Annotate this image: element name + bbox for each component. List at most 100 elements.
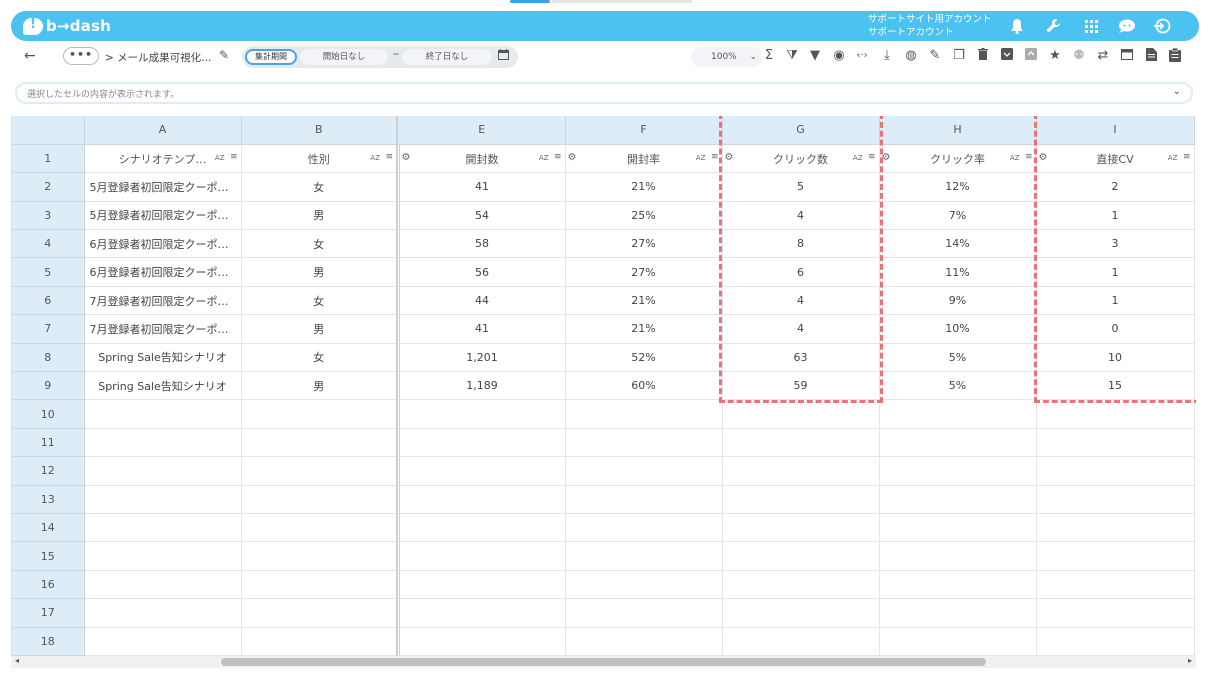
column-header-i[interactable]: I xyxy=(1036,116,1195,145)
column-filter-icon[interactable]: ≡ xyxy=(1025,152,1033,162)
gear-icon[interactable]: ⚙ xyxy=(725,152,734,163)
table-cell-e[interactable]: 54 xyxy=(399,201,566,231)
table-cell-b[interactable] xyxy=(241,485,398,514)
table-cell-b[interactable]: 男 xyxy=(241,257,398,287)
table-cell-b[interactable]: 男 xyxy=(241,314,398,344)
calendar-icon[interactable] xyxy=(498,49,509,63)
row-number[interactable]: 2 xyxy=(12,172,85,202)
table-cell-e[interactable] xyxy=(399,399,566,429)
column-filter-icon[interactable]: ≡ xyxy=(230,152,238,162)
table-cell-i[interactable]: 2 xyxy=(1036,172,1195,202)
sort-az-icon[interactable]: AZ xyxy=(696,154,706,162)
gear-icon[interactable]: ⚙ xyxy=(568,152,577,163)
table-cell-f[interactable] xyxy=(565,598,723,628)
row-number[interactable]: 8 xyxy=(12,343,85,373)
table-cell-i[interactable] xyxy=(1036,513,1195,543)
column-header-h[interactable]: H xyxy=(879,116,1037,145)
table-cell-h[interactable]: 10% xyxy=(879,314,1037,344)
row-number[interactable]: 3 xyxy=(12,201,85,231)
table-cell-b[interactable]: 女 xyxy=(241,172,398,202)
table-cell-f[interactable] xyxy=(565,428,723,458)
table-cell-g[interactable]: 4 xyxy=(722,314,880,344)
sum-icon[interactable]: Σ xyxy=(761,48,777,64)
table-cell-h[interactable] xyxy=(879,570,1037,600)
table-cell-a[interactable]: 7月登録者初回限定クーポ… xyxy=(84,314,242,344)
row-number[interactable]: 4 xyxy=(12,229,85,259)
table-cell-g[interactable] xyxy=(722,485,880,514)
table-cell-f[interactable] xyxy=(565,513,723,543)
table-cell-e[interactable]: 41 xyxy=(399,172,566,202)
table-cell-f[interactable]: 52% xyxy=(565,343,723,373)
column-header-g[interactable]: G xyxy=(722,116,880,145)
table-cell-e[interactable] xyxy=(399,513,566,543)
table-cell-e[interactable] xyxy=(399,598,566,628)
table-cell-g[interactable] xyxy=(722,627,880,656)
table-cell-a[interactable]: Spring Sale告知シナリオ xyxy=(84,343,242,373)
scroll-left-icon[interactable]: ◂ xyxy=(15,656,19,665)
table-cell-i[interactable]: 1 xyxy=(1036,286,1195,316)
row-number[interactable]: 6 xyxy=(12,286,85,316)
table-cell-i[interactable] xyxy=(1036,428,1195,458)
table-cell-g[interactable]: 5 xyxy=(722,172,880,202)
table-cell-h[interactable] xyxy=(879,541,1037,571)
table-cell-b[interactable] xyxy=(241,428,398,458)
table-cell-a[interactable]: 6月登録者初回限定クーポ… xyxy=(84,257,242,287)
table-cell-e[interactable] xyxy=(399,456,566,486)
sort-az-icon[interactable]: AZ xyxy=(1168,154,1178,162)
filter-icon[interactable]: ▼ xyxy=(807,48,823,64)
table-cell-h[interactable] xyxy=(879,598,1037,628)
logout-icon[interactable] xyxy=(1152,17,1172,35)
table-cell-i[interactable]: 3 xyxy=(1036,229,1195,259)
table-cell-f[interactable] xyxy=(565,541,723,571)
app-logo[interactable]: b→dash xyxy=(23,15,111,37)
table-cell-i[interactable] xyxy=(1036,399,1195,429)
table-cell-h[interactable]: 9% xyxy=(879,286,1037,316)
table-cell-f[interactable]: 21% xyxy=(565,314,723,344)
table-cell-a[interactable] xyxy=(84,485,242,514)
table-cell-g[interactable]: 4 xyxy=(722,201,880,231)
cell-content-bar[interactable]: 選択したセルの内容が表示されます。 ⌄ xyxy=(15,82,1193,104)
table-cell-b[interactable] xyxy=(241,541,398,571)
edit-note-icon[interactable]: ✎ xyxy=(927,48,943,64)
row-number[interactable]: 17 xyxy=(12,598,85,628)
table-cell-g[interactable] xyxy=(722,456,880,486)
table-cell-h[interactable]: 5% xyxy=(879,343,1037,373)
bell-icon[interactable] xyxy=(1008,17,1026,35)
table-cell-h[interactable]: 14% xyxy=(879,229,1037,259)
table-cell-i[interactable]: 1 xyxy=(1036,257,1195,287)
calendar-schedule-icon[interactable] xyxy=(1119,48,1135,64)
table-cell-f[interactable]: 25% xyxy=(565,201,723,231)
row-number[interactable]: 9 xyxy=(12,371,85,401)
table-cell-a[interactable] xyxy=(84,456,242,486)
table-cell-f[interactable] xyxy=(565,627,723,656)
table-cell-e[interactable]: 44 xyxy=(399,286,566,316)
table-cell-h[interactable]: 7% xyxy=(879,201,1037,231)
table-cell-e[interactable]: 1,189 xyxy=(399,371,566,401)
table-cell-e[interactable] xyxy=(399,570,566,600)
table-cell-b[interactable] xyxy=(241,399,398,429)
table-cell-e[interactable]: 1,201 xyxy=(399,343,566,373)
table-cell-f[interactable]: 60% xyxy=(565,371,723,401)
table-cell-b[interactable] xyxy=(241,570,398,600)
table-cell-a[interactable]: Spring Sale告知シナリオ xyxy=(84,371,242,401)
table-cell-g[interactable]: 59 xyxy=(722,371,880,401)
field-header-e[interactable]: ⚙ 開封数 AZ ≡ xyxy=(399,144,566,174)
account-info[interactable]: サポートサイト用アカウント サポートアカウント xyxy=(868,13,992,39)
table-cell-h[interactable] xyxy=(879,428,1037,458)
table-cell-f[interactable]: 21% xyxy=(565,172,723,202)
table-cell-i[interactable]: 1 xyxy=(1036,201,1195,231)
row-number[interactable]: 13 xyxy=(12,485,85,514)
table-cell-g[interactable]: 63 xyxy=(722,343,880,373)
table-cell-b[interactable]: 女 xyxy=(241,286,398,316)
end-date-field[interactable]: 終了日なし xyxy=(402,49,492,65)
row-number[interactable]: 1 xyxy=(12,144,85,174)
table-cell-h[interactable]: 12% xyxy=(879,172,1037,202)
table-cell-e[interactable] xyxy=(399,541,566,571)
gear-icon[interactable]: ⚙ xyxy=(1039,152,1048,163)
table-cell-g[interactable] xyxy=(722,513,880,543)
column-header-b[interactable]: B xyxy=(241,116,398,145)
field-header-h[interactable]: ⚙ クリック率 AZ ≡ xyxy=(879,144,1037,174)
table-cell-a[interactable] xyxy=(84,627,242,656)
wrench-icon[interactable] xyxy=(1044,17,1062,35)
table-cell-i[interactable]: 10 xyxy=(1036,343,1195,373)
